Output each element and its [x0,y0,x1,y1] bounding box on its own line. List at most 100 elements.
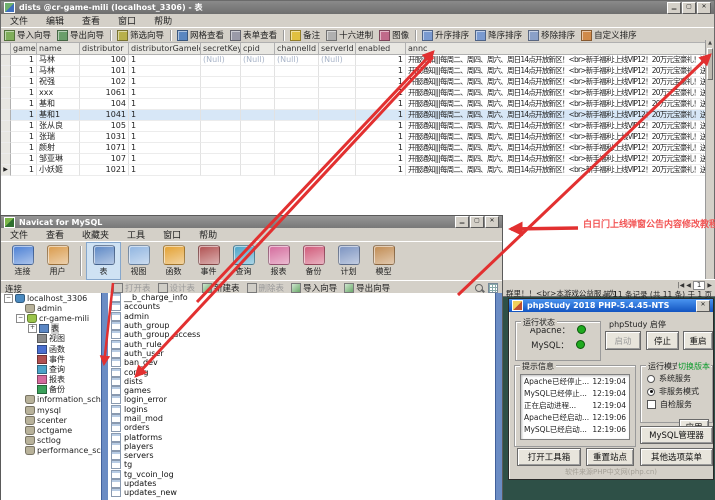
table-cell[interactable]: 1 [356,165,406,176]
table-cell[interactable] [241,143,275,154]
table-cell[interactable] [275,132,319,143]
table-cell[interactable]: 1 [129,132,201,143]
object-button-用户[interactable]: 用户 [40,242,75,280]
mode-radio-系统服务[interactable]: 系统服务 [641,372,712,385]
table-cell[interactable]: 1 [11,66,37,77]
table-cell[interactable] [241,154,275,165]
tree-item-performance_schema[interactable]: performance_schema [1,446,107,456]
minimize-button[interactable]: ▁ [667,2,681,14]
table-cell[interactable]: 邹亚琳 [37,154,80,165]
table-cell[interactable]: 1 [11,55,37,66]
table-cell[interactable] [319,132,356,143]
table-cell[interactable]: 1 [129,99,201,110]
table-cell[interactable] [241,66,275,77]
tree-item-localhost_3306[interactable]: −localhost_3306 [1,293,107,303]
table-cell[interactable]: 颜射 [37,143,80,154]
table-cell[interactable]: 开服通知|||每周二、周四、周六、周日14点开放新区！<br>新手福利:上线VI… [406,132,708,143]
tree-item-函数[interactable]: 函数 [1,344,107,354]
column-header[interactable]: gameId [11,43,37,55]
table-cell[interactable]: 马林 [37,66,80,77]
tree-item-视图[interactable]: 视图 [1,334,107,344]
toolbar-button[interactable]: 备注 [287,29,323,41]
table-list-item-auth_user[interactable]: auth_user [108,349,502,358]
column-header[interactable]: distributor [80,43,129,55]
table-row[interactable]: 1祝强10211开服通知|||每周二、周四、周六、周日14点开放新区！<br>新… [1,77,714,88]
toolbar-button[interactable]: 移除排序 [525,29,578,41]
column-header[interactable]: serverId [319,43,356,55]
停止-button[interactable]: 停止 [646,331,679,350]
table-cell[interactable] [201,154,241,165]
table-cell[interactable] [201,77,241,88]
table-cell[interactable] [319,66,356,77]
list-scrollbar[interactable] [495,293,502,500]
toolbar-button[interactable]: 导入向导 [1,29,54,41]
table-cell[interactable]: 107 [80,154,129,165]
table-list-item-orders[interactable]: orders [108,423,502,432]
table-cell[interactable] [201,88,241,99]
menu-item[interactable]: 工具 [118,228,154,241]
scrollbar-thumb[interactable] [707,48,713,80]
table-cell[interactable] [275,154,319,165]
table-row[interactable]: 1基和1104111开服通知|||每周二、周四、周六、周日14点开放新区！<br… [1,110,714,121]
tree-item-information_schema[interactable]: information_schema [1,395,107,405]
object-button-查询[interactable]: 查询 [226,242,261,280]
table-list-item-accounts[interactable]: accounts [108,302,502,311]
table-list-item-logins[interactable]: logins [108,405,502,414]
search-icon[interactable] [475,284,483,292]
table-cell[interactable] [241,88,275,99]
table-cell[interactable]: 101 [80,66,129,77]
menu-item[interactable]: 帮助 [190,228,226,241]
tree-scrollbar[interactable] [101,293,108,500]
table-cell[interactable]: 1 [356,99,406,110]
table-cell[interactable]: 1 [356,154,406,165]
table-cell[interactable]: (Null) [201,55,241,66]
minimize-button[interactable]: ▁ [455,216,469,228]
table-list-item-players[interactable]: players [108,442,502,451]
reset-site-button[interactable]: 重置站点 [586,448,634,466]
table-cell[interactable]: 1 [11,77,37,88]
toolbar-button[interactable]: 网格查看 [174,29,227,41]
object-button-备份[interactable]: 备份 [296,242,331,280]
table-cell[interactable]: 开服通知|||每周二、周四、周六、周日14点开放新区！<br>新手福利:上线VI… [406,88,708,99]
table-cell[interactable]: 开服通知|||每周二、周四、周六、周日14点开放新区！<br>新手福利:上线VI… [406,165,708,176]
table-list-item-admin[interactable]: admin [108,312,502,321]
table-list-item-platforms[interactable]: platforms [108,432,502,441]
radio-icon[interactable] [647,375,655,383]
table-cell[interactable]: 1 [356,66,406,77]
table-cell[interactable]: 1021 [80,165,129,176]
table-cell[interactable]: 祝强 [37,77,80,88]
menu-item[interactable]: 文件 [1,14,37,27]
object-button-报表[interactable]: 报表 [261,242,296,280]
table-cell[interactable] [275,88,319,99]
table-cell[interactable]: 1 [11,154,37,165]
tree-item-mysql[interactable]: mysql [1,405,107,415]
table-cell[interactable] [201,66,241,77]
table-cell[interactable] [201,110,241,121]
table-cell[interactable]: 1 [129,55,201,66]
table-cell[interactable] [201,165,241,176]
tree-item-表[interactable]: +表 [1,324,107,334]
maximize-button[interactable]: ▢ [470,216,484,228]
collapse-icon[interactable]: − [16,314,25,323]
table-row[interactable]: 1邹亚琳10711开服通知|||每周二、周四、周六、周日14点开放新区！<br>… [1,154,714,165]
object-button-连接[interactable]: 连接 [5,242,40,280]
maximize-button[interactable]: ▢ [682,2,696,14]
menu-item[interactable]: 查看 [73,14,109,27]
table-cell[interactable] [275,99,319,110]
table-cell[interactable] [241,132,275,143]
table-cell[interactable]: 开服通知|||每周二、周四、周六、周日14点开放新区！<br>新手福利:上线VI… [406,55,708,66]
table-cell[interactable] [319,154,356,165]
table-cell[interactable] [275,165,319,176]
table-cell[interactable]: 基和 [37,99,80,110]
table-cell[interactable] [201,99,241,110]
table-list-item-updates[interactable]: updates [108,479,502,488]
table-cell[interactable] [275,66,319,77]
toolbar-button[interactable]: 表单查看 [227,29,280,41]
column-header[interactable]: annc [406,43,708,55]
column-header[interactable]: channelId [275,43,319,55]
重启-button[interactable]: 重启 [683,331,713,350]
table-cell[interactable]: 1 [11,143,37,154]
menu-item[interactable]: 收藏夹 [73,228,118,241]
table-cell[interactable]: 1 [129,110,201,121]
table-row[interactable]: 1xxx106111开服通知|||每周二、周四、周六、周日14点开放新区！<br… [1,88,714,99]
